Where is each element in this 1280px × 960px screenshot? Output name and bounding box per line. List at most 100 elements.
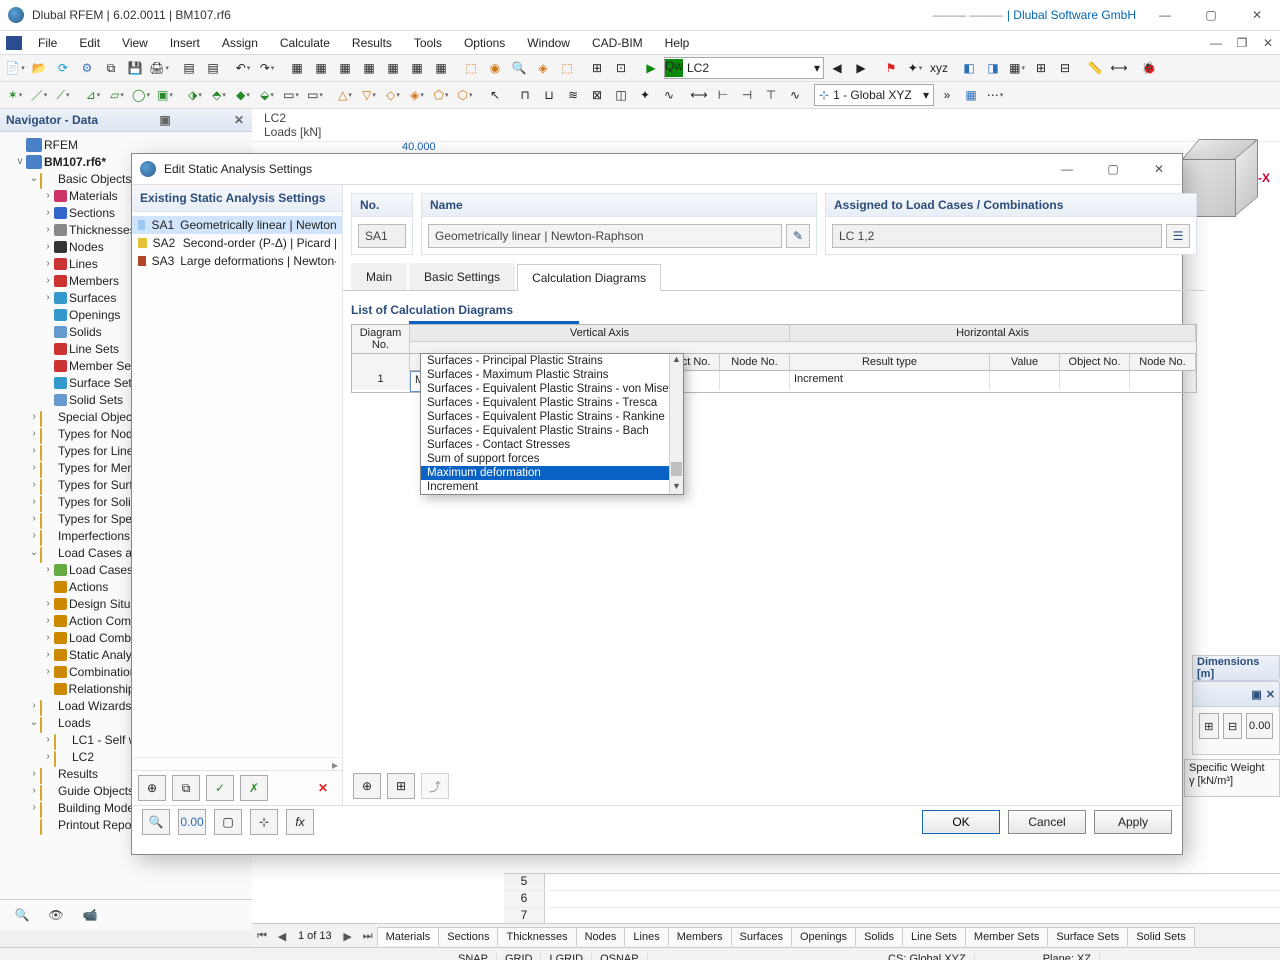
table-tab[interactable]: Line Sets (902, 927, 966, 946)
menu-view[interactable]: View (112, 34, 158, 52)
lc-prev[interactable]: ◀ (826, 57, 848, 79)
table-tab[interactable]: Sections (438, 927, 498, 946)
row1-ha-node[interactable] (1130, 371, 1196, 390)
status-osnap[interactable]: OSNAP (592, 953, 648, 960)
setting-sa3[interactable]: SA3Large deformations | Newton-Raphson (132, 252, 342, 270)
line2-tool[interactable]: ⟋ (52, 84, 74, 106)
menu-calculate[interactable]: Calculate (270, 34, 340, 52)
redo-button[interactable]: ↷ (256, 57, 278, 79)
name-field[interactable]: Geometrically linear | Newton-Raphson (428, 224, 782, 248)
dropdown-option[interactable]: Surfaces - Equivalent Plastic Strains - … (421, 382, 683, 396)
r3[interactable]: ⋯ (984, 84, 1006, 106)
dim-button[interactable]: ⟷ (1108, 57, 1130, 79)
table-tab[interactable]: Thicknesses (497, 927, 576, 946)
dropdown-option[interactable]: Increment (421, 480, 683, 494)
grid3-button[interactable]: ▦ (334, 57, 356, 79)
dropdown-option[interactable]: Sum of support forces (421, 452, 683, 466)
dropdown-option[interactable]: Maximum deformation (421, 466, 683, 480)
r2[interactable]: ▦ (960, 84, 982, 106)
panel-close-icon[interactable]: ✕ (232, 113, 246, 127)
panel-pin-icon[interactable]: ▣ (158, 113, 172, 127)
solid-tool[interactable]: ▣ (154, 84, 176, 106)
doc1-button[interactable]: ▤ (178, 57, 200, 79)
table-tab[interactable]: Materials (377, 927, 440, 946)
p1[interactable]: ⊓ (514, 84, 536, 106)
select3-button[interactable]: ◈ (532, 57, 554, 79)
menu-help[interactable]: Help (655, 34, 700, 52)
tab-diagrams[interactable]: Calculation Diagrams (517, 264, 661, 291)
p4[interactable]: ⊠ (586, 84, 608, 106)
table-tab[interactable]: Member Sets (965, 927, 1048, 946)
s6[interactable]: ⬡ (454, 84, 476, 106)
row1-va-node[interactable] (720, 371, 790, 390)
save-button[interactable]: 💾 (124, 57, 146, 79)
dropdown-option[interactable]: Surfaces - Equivalent Plastic Strains - … (421, 424, 683, 438)
menu-options[interactable]: Options (454, 34, 515, 52)
tbl-btn-val[interactable]: 0.00 (1246, 713, 1273, 739)
new-button[interactable]: 📄 (4, 57, 26, 79)
mdi-restore[interactable]: ❐ (1230, 33, 1254, 53)
dialog-close[interactable]: ✕ (1136, 154, 1182, 184)
grid4-button[interactable]: ▦ (358, 57, 380, 79)
script-button[interactable]: fx (286, 809, 314, 835)
menu-window[interactable]: Window (517, 34, 580, 52)
setting-sa1[interactable]: SA1Geometrically linear | Newton-Raphson (132, 216, 342, 234)
status-lgrid[interactable]: LGRID (541, 953, 592, 960)
status-snap[interactable]: SNAP (450, 953, 497, 960)
status-plane[interactable]: Plane: XZ (1035, 953, 1100, 960)
view2-button[interactable]: ◨ (982, 57, 1004, 79)
nav-tab-data-icon[interactable]: 🔍 (10, 905, 34, 925)
t4[interactable]: ⬙ (256, 84, 278, 106)
grid2-button[interactable]: ▦ (310, 57, 332, 79)
row1-ha-obj[interactable] (1060, 371, 1130, 390)
scroll-down-icon[interactable]: ▼ (670, 481, 683, 494)
t1[interactable]: ⬗ (184, 84, 206, 106)
assigned-list-button[interactable]: ☰ (1166, 224, 1190, 248)
q5[interactable]: ∿ (784, 84, 806, 106)
tab-next[interactable]: ▶ (338, 930, 358, 943)
t5[interactable]: ▭ (280, 84, 302, 106)
grid-add-button[interactable]: ⊕ (353, 773, 381, 799)
grid5-button[interactable]: ▦ (382, 57, 404, 79)
s4[interactable]: ◈ (406, 84, 428, 106)
cursor-tool[interactable]: ↖ (484, 84, 506, 106)
tab-first[interactable]: ⏮ (252, 930, 272, 943)
mdi-minimize[interactable]: — (1204, 33, 1228, 53)
view3-button[interactable]: ▦ (1006, 57, 1028, 79)
include-button[interactable]: ✓ (206, 775, 234, 801)
table-tab[interactable]: Solid Sets (1127, 927, 1195, 946)
coord-system-combo[interactable]: ⊹ 1 - Global XYZ ▾ (814, 84, 934, 106)
dropdown-option[interactable]: Surfaces - Contact Stresses (421, 438, 683, 452)
menu-insert[interactable]: Insert (160, 34, 210, 52)
misc2-button[interactable]: ⊡ (610, 57, 632, 79)
xyz-button[interactable]: xyz (928, 57, 950, 79)
lc-next[interactable]: ▶ (850, 57, 872, 79)
node-tool[interactable]: ✶ (4, 84, 26, 106)
menu-assign[interactable]: Assign (212, 34, 268, 52)
p6[interactable]: ✦ (634, 84, 656, 106)
tbl-btn2[interactable]: ⊟ (1223, 713, 1243, 739)
line-tool[interactable]: ／ (28, 84, 50, 106)
delete-setting-button[interactable]: ✕ (310, 776, 336, 800)
tbl-pin-icon[interactable]: ▣ (1251, 688, 1261, 701)
q1[interactable]: ⟷ (688, 84, 710, 106)
q4[interactable]: ⊤ (760, 84, 782, 106)
open-button[interactable]: 📂 (28, 57, 50, 79)
refresh-button[interactable]: ⟳ (52, 57, 74, 79)
table-tab[interactable]: Members (668, 927, 732, 946)
tbl-close-icon[interactable]: ✕ (1266, 688, 1275, 701)
colors-button[interactable]: ▢ (214, 809, 242, 835)
member-tool[interactable]: ⊿ (82, 84, 104, 106)
nav-tab-display-icon[interactable]: 👁 (44, 905, 68, 925)
s5[interactable]: ⬠ (430, 84, 452, 106)
doc2-button[interactable]: ▤ (202, 57, 224, 79)
exclude-button[interactable]: ✗ (240, 775, 268, 801)
setting-sa2[interactable]: SA2Second-order (P-Δ) | Picard | 100 (132, 234, 342, 252)
table-tab[interactable]: Openings (791, 927, 856, 946)
close-button[interactable]: ✕ (1234, 0, 1280, 30)
bug-button[interactable]: 🐞 (1138, 57, 1160, 79)
menu-cadbim[interactable]: CAD-BIM (582, 34, 653, 52)
table-tab[interactable]: Surface Sets (1047, 927, 1128, 946)
table-tab[interactable]: Solids (855, 927, 903, 946)
result-type-dropdown[interactable]: Surfaces - Principal Plastic StrainsSurf… (420, 353, 684, 495)
